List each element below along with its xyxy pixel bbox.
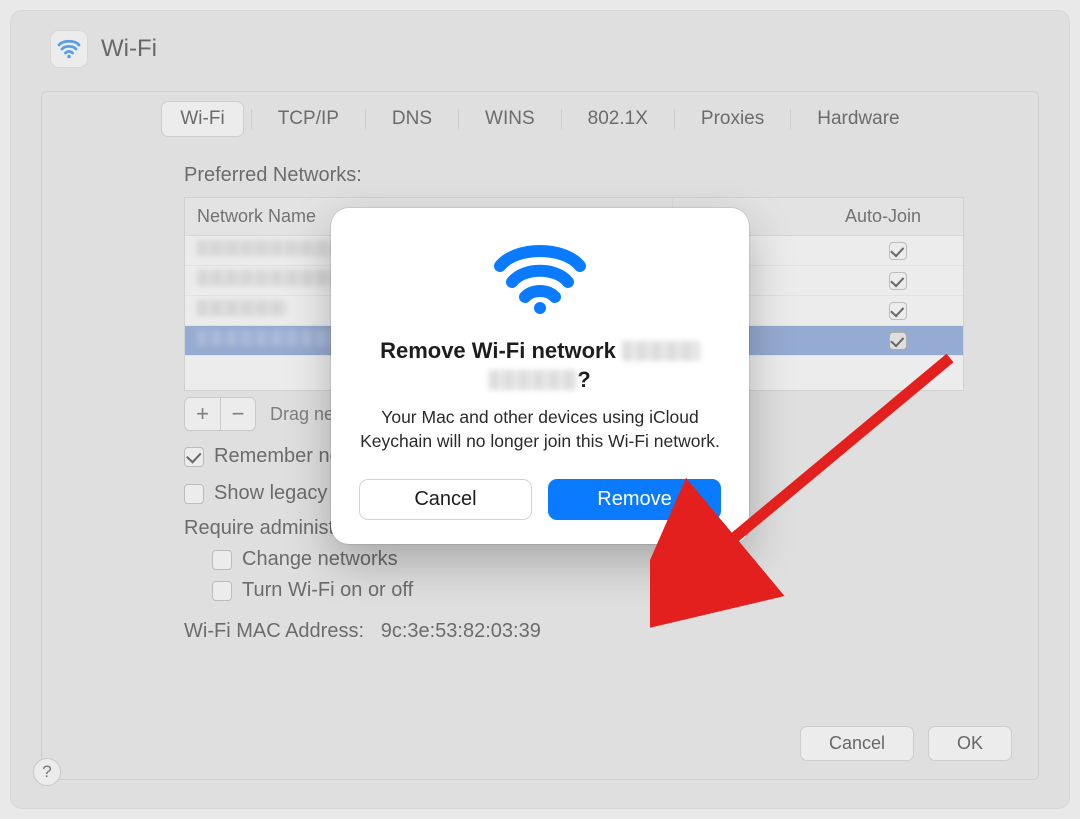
dialog-title: Remove Wi-Fi network ? bbox=[359, 337, 721, 394]
auto-join-checkbox[interactable] bbox=[889, 332, 907, 350]
mac-address-label: Wi-Fi MAC Address: bbox=[184, 620, 364, 642]
dialog-description: Your Mac and other devices using iCloud … bbox=[359, 406, 721, 453]
show-legacy-checkbox[interactable] bbox=[184, 484, 204, 504]
tab-wins[interactable]: WINS bbox=[467, 102, 553, 136]
dialog-remove-button[interactable]: Remove bbox=[548, 479, 721, 520]
dialog-cancel-button[interactable]: Cancel bbox=[359, 479, 532, 520]
admin-toggle-wifi-label: Turn Wi-Fi on or off bbox=[242, 579, 413, 602]
col-auto-join[interactable]: Auto-Join bbox=[833, 198, 963, 235]
tab-wifi[interactable]: Wi-Fi bbox=[162, 102, 242, 136]
mac-address-value: 9c:3e:53:82:03:39 bbox=[381, 620, 541, 642]
window-titlebar: Wi-Fi bbox=[11, 11, 1069, 71]
remove-network-button[interactable]: − bbox=[220, 397, 256, 431]
auto-join-checkbox[interactable] bbox=[889, 272, 907, 290]
mac-address-line: Wi-Fi MAC Address: 9c:3e:53:82:03:39 bbox=[184, 620, 986, 643]
tab-proxies[interactable]: Proxies bbox=[683, 102, 782, 136]
remove-network-dialog: Remove Wi-Fi network ? Your Mac and othe… bbox=[331, 208, 749, 544]
tab-tcpip[interactable]: TCP/IP bbox=[260, 102, 357, 136]
tab-dns[interactable]: DNS bbox=[374, 102, 450, 136]
window-title: Wi-Fi bbox=[101, 35, 157, 63]
wifi-icon-large bbox=[359, 242, 721, 319]
preferred-networks-label: Preferred Networks: bbox=[184, 164, 986, 187]
auto-join-checkbox[interactable] bbox=[889, 242, 907, 260]
tab-hardware[interactable]: Hardware bbox=[799, 102, 917, 136]
tab-8021x[interactable]: 802.1X bbox=[570, 102, 666, 136]
auto-join-checkbox[interactable] bbox=[889, 302, 907, 320]
add-network-button[interactable]: + bbox=[184, 397, 220, 431]
panel-ok-button[interactable]: OK bbox=[928, 726, 1012, 761]
admin-change-networks-label: Change networks bbox=[242, 548, 398, 571]
panel-cancel-button[interactable]: Cancel bbox=[800, 726, 914, 761]
remember-networks-checkbox[interactable] bbox=[184, 447, 204, 467]
help-button[interactable]: ? bbox=[33, 758, 61, 786]
wifi-icon bbox=[51, 31, 87, 67]
admin-change-networks-checkbox[interactable] bbox=[212, 550, 232, 570]
admin-toggle-wifi-checkbox[interactable] bbox=[212, 581, 232, 601]
tab-bar: Wi-Fi TCP/IP DNS WINS 802.1X Proxies Har… bbox=[74, 102, 1006, 136]
